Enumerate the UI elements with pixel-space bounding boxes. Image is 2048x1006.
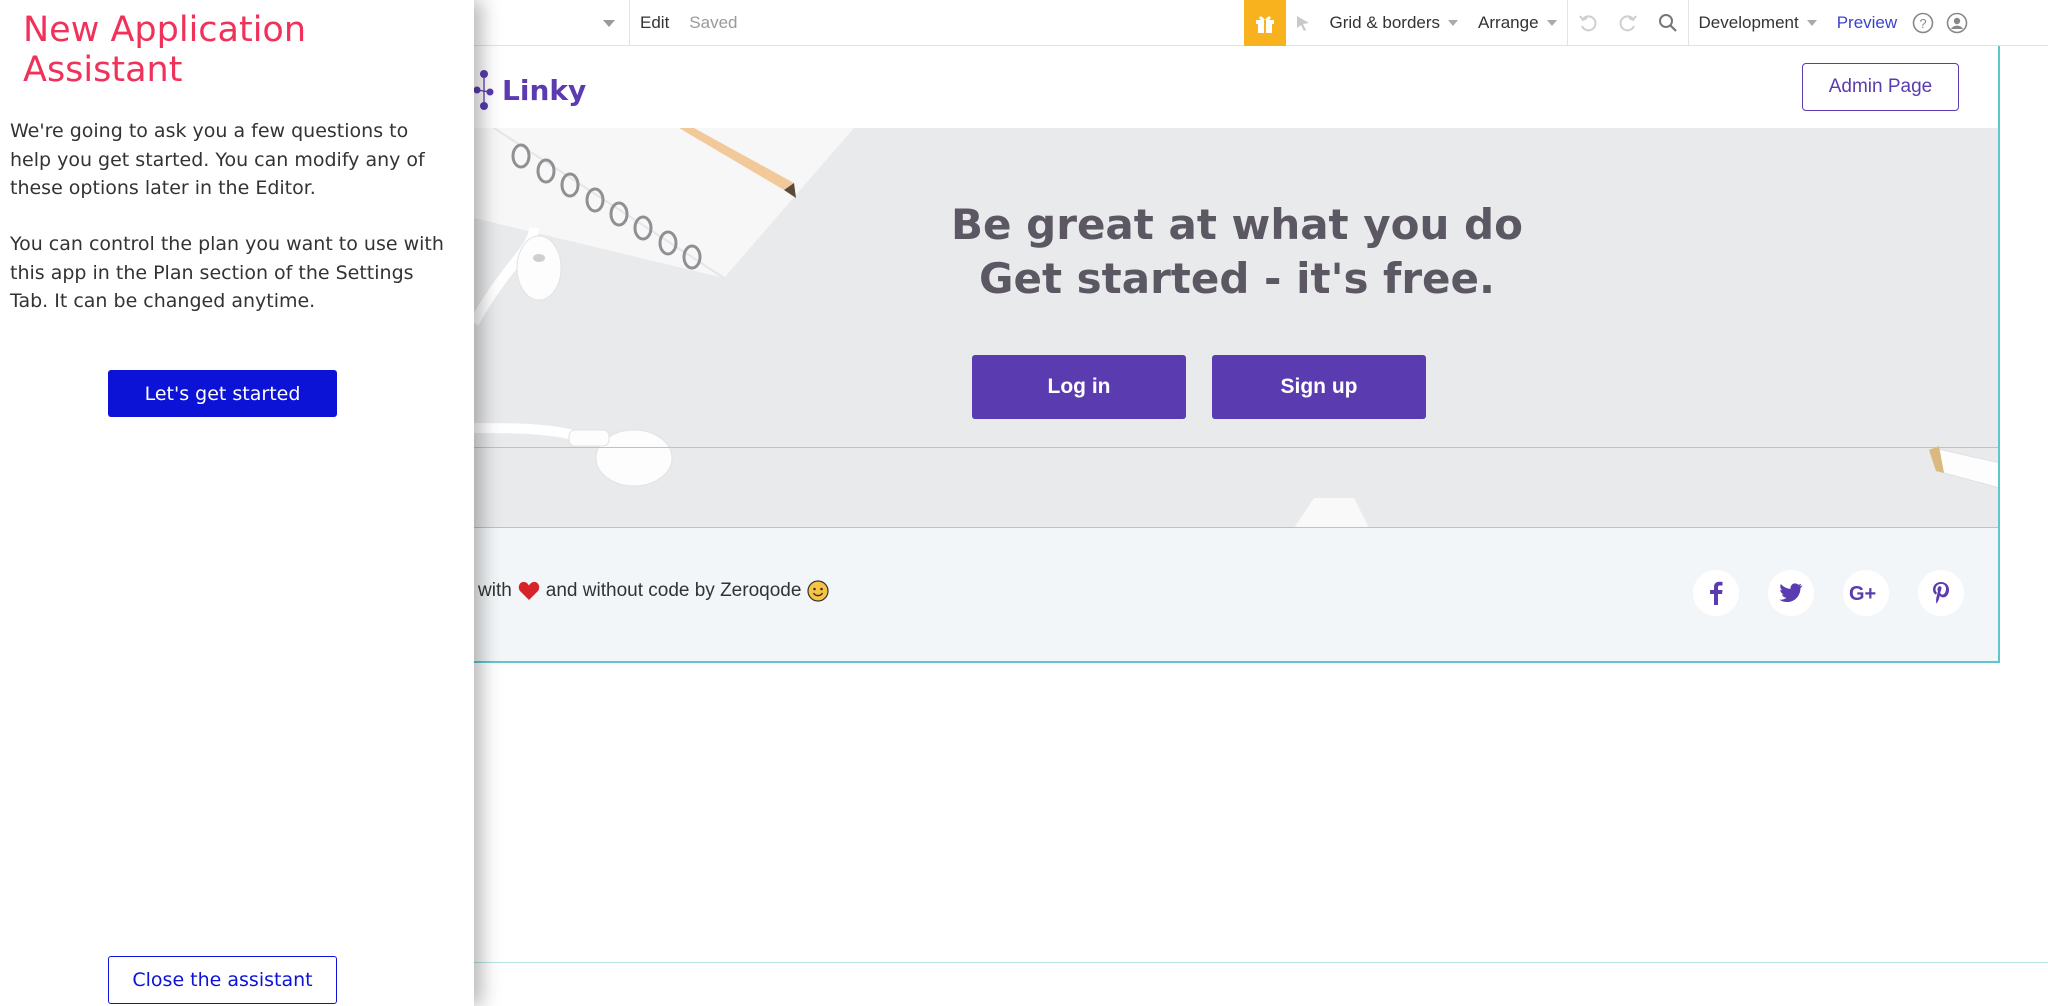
footer-credit: with and without code by Zeroqode xyxy=(478,580,830,602)
edit-menu[interactable]: Edit xyxy=(630,0,679,46)
gift-icon[interactable] xyxy=(1243,0,1286,46)
pinterest-icon[interactable] xyxy=(1918,570,1964,616)
logo[interactable]: Linky xyxy=(474,68,586,112)
logo-text: Linky xyxy=(502,73,587,107)
heart-icon xyxy=(518,581,540,600)
chevron-down-icon xyxy=(603,19,615,27)
close-assistant-button[interactable]: Close the assistant xyxy=(108,956,337,1004)
assistant-title: New Application Assistant xyxy=(23,10,307,90)
canvas-bottom-line xyxy=(474,962,2048,963)
facebook-icon[interactable] xyxy=(1693,570,1739,616)
arrange-menu[interactable]: Arrange xyxy=(1468,0,1566,46)
google-plus-icon[interactable]: G+ xyxy=(1843,570,1889,616)
admin-page-button[interactable]: Admin Page xyxy=(1802,63,1959,111)
footer-with-text: with xyxy=(478,580,512,601)
smiley-icon xyxy=(807,580,830,602)
arrange-label: Arrange xyxy=(1478,12,1539,32)
cursor-arrow-icon[interactable] xyxy=(1286,0,1320,46)
assistant-plan-text: You can control the plan you want to use… xyxy=(10,233,444,312)
grid-borders-menu[interactable]: Grid & borders xyxy=(1320,0,1469,46)
page-canvas: Linky Admin Page Be great at what you do… xyxy=(474,46,2000,663)
hero-line-2: Get started - it's free. xyxy=(979,254,1495,303)
save-status: Saved xyxy=(689,12,738,32)
undo-icon[interactable] xyxy=(1568,0,1608,46)
chevron-down-icon xyxy=(1806,19,1817,26)
linky-logo-icon xyxy=(474,70,494,110)
search-icon[interactable] xyxy=(1648,0,1688,46)
account-icon[interactable] xyxy=(1939,0,1975,46)
hero-line-1: Be great at what you do xyxy=(951,200,1523,249)
pen-shape xyxy=(1929,446,1998,488)
assistant-intro-text: We're going to ask you a few questions t… xyxy=(10,120,425,199)
chevron-down-icon xyxy=(1448,19,1459,26)
environment-menu[interactable]: Development xyxy=(1689,0,1827,46)
redo-icon[interactable] xyxy=(1608,0,1648,46)
preview-link[interactable]: Preview xyxy=(1827,0,1907,46)
signup-button[interactable]: Sign up xyxy=(1212,355,1426,419)
login-button[interactable]: Log in xyxy=(972,355,1186,419)
help-icon[interactable]: ? xyxy=(1907,0,1939,46)
new-application-assistant-panel: New Application Assistant We're going to… xyxy=(0,0,474,1006)
hero-background-image xyxy=(474,128,1998,528)
hero-divider xyxy=(474,447,1998,448)
editor-toolbar: Edit Saved Grid & borders Arrange Develo… xyxy=(474,0,2048,46)
chevron-down-icon xyxy=(1546,19,1557,26)
environment-label: Development xyxy=(1698,12,1799,32)
twitter-icon[interactable] xyxy=(1768,570,1814,616)
footer-rest-text: and without code by Zeroqode xyxy=(545,580,802,601)
hero-heading: Be great at what you do Get started - it… xyxy=(474,198,1998,306)
cup-shape xyxy=(1294,498,1369,528)
page-footer: with and without code by Zeroqode G+ xyxy=(474,528,1998,661)
hero-section: Be great at what you do Get started - it… xyxy=(474,128,1998,528)
page-header: Linky Admin Page xyxy=(474,46,1998,128)
lets-get-started-button[interactable]: Let's get started xyxy=(108,370,337,417)
grid-borders-label: Grid & borders xyxy=(1329,12,1441,32)
svg-text:?: ? xyxy=(1920,16,1927,31)
page-selector-dropdown[interactable] xyxy=(474,0,630,46)
svg-text:G+: G+ xyxy=(1849,583,1876,603)
